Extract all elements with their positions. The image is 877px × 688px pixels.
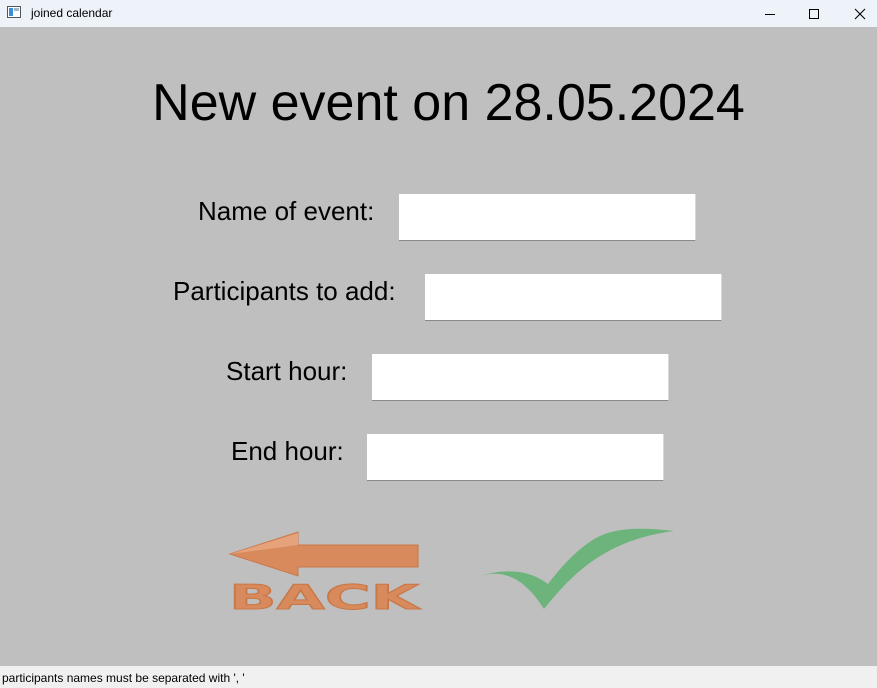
event-name-label: Name of event: (198, 196, 375, 226)
close-icon (854, 8, 866, 19)
checkmark-icon (480, 528, 674, 609)
minimize-button[interactable] (747, 0, 793, 27)
back-button[interactable]: BACK (228, 530, 424, 619)
page-title: New event on 28.05.2024 (152, 74, 745, 132)
window-title: joined calendar (31, 6, 113, 20)
minimize-icon (765, 13, 775, 15)
app-window: joined calendar New event on 28.05.2024 … (0, 0, 877, 688)
participants-input[interactable] (425, 274, 722, 321)
title-bar[interactable]: joined calendar (0, 0, 877, 27)
back-arrow-icon: BACK (228, 531, 423, 619)
confirm-button[interactable] (478, 526, 678, 612)
end-hour-label: End hour: (231, 436, 344, 466)
event-name-input[interactable] (399, 194, 696, 241)
close-button[interactable] (837, 0, 877, 27)
start-hour-input[interactable] (372, 354, 669, 401)
start-hour-label: Start hour: (226, 356, 348, 386)
app-icon (7, 6, 21, 18)
maximize-icon (809, 8, 819, 19)
end-hour-input[interactable] (367, 434, 664, 481)
participants-label: Participants to add: (173, 276, 396, 306)
maximize-button[interactable] (791, 0, 837, 27)
back-button-label: BACK (229, 578, 422, 612)
status-bar: participants names must be separated wit… (0, 666, 877, 688)
status-message: participants names must be separated wit… (2, 671, 245, 685)
